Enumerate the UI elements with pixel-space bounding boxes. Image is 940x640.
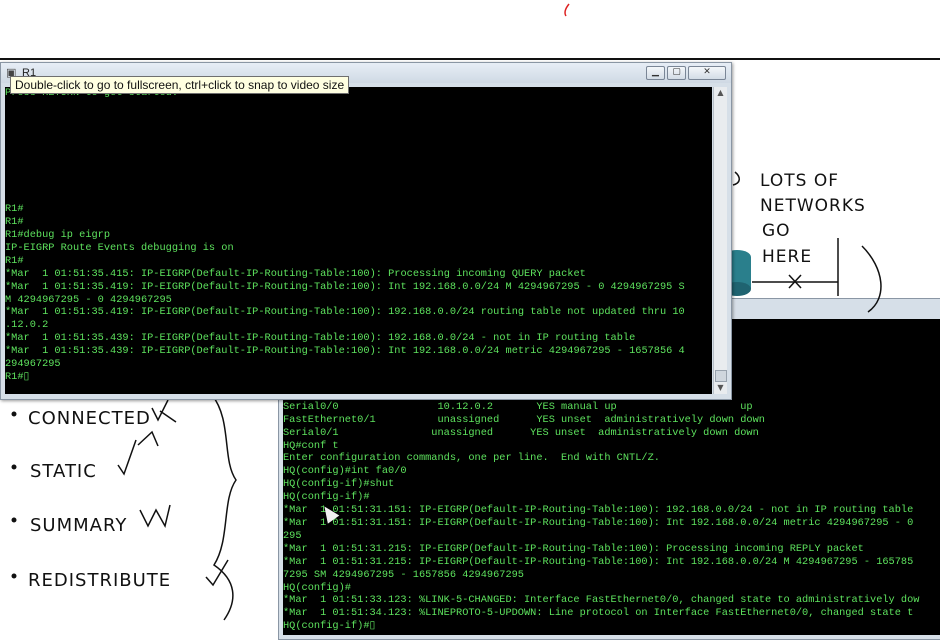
maximize-button[interactable]: ▢ <box>667 66 686 80</box>
scroll-down-arrow-icon[interactable]: ▼ <box>714 382 727 394</box>
list-summary: SUMMARY <box>30 515 127 536</box>
red-ink-mark <box>564 3 570 17</box>
list-connected: CONNECTED <box>28 408 151 429</box>
fullscreen-tooltip: Double-click to go to fullscreen, ctrl+c… <box>10 76 350 94</box>
whiteboard-canvas: Protocol up Serial0/0 10.12.0.2 YES manu… <box>0 0 940 640</box>
list-static: STATIC <box>30 461 97 482</box>
hand-go: GO <box>762 221 791 241</box>
r1-terminal-screen[interactable]: Press RETURN to get started. R1# R1# R1#… <box>5 87 712 394</box>
r1-scrollbar[interactable]: ▲ ▼ <box>713 87 727 394</box>
r1-terminal-window[interactable]: ▣ R1 ▁ ▢ ✕ Press RETURN to get started. … <box>0 62 732 400</box>
scrollbar-thumb[interactable] <box>715 370 727 382</box>
check-redistribute-icon <box>205 559 229 587</box>
failed-link-x-icon <box>788 274 802 289</box>
board-divider-line <box>0 58 940 60</box>
hand-networks: NETWORKS <box>760 196 866 216</box>
minimize-button[interactable]: ▁ <box>646 66 665 80</box>
list-redistribute: REDISTRIBUTE <box>28 570 171 591</box>
check-static-icon <box>117 439 137 476</box>
hand-lots: LOTS OF <box>760 171 839 191</box>
scroll-up-arrow-icon[interactable]: ▲ <box>714 87 727 99</box>
hand-here: HERE <box>762 247 812 267</box>
close-button[interactable]: ✕ <box>688 66 726 80</box>
r1-terminal-output: Press RETURN to get started. R1# R1# R1#… <box>5 87 685 383</box>
